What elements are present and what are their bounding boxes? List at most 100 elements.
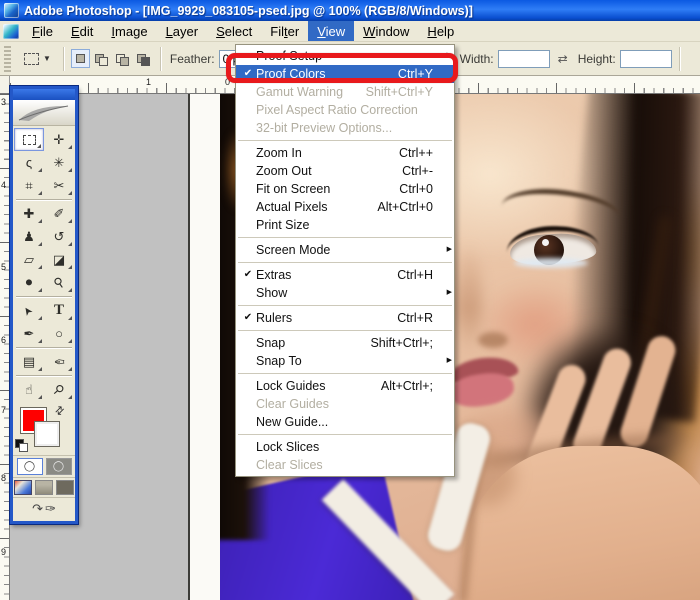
type-tool[interactable]: T	[44, 299, 74, 322]
view-menu-item-snap-to[interactable]: Snap To▶	[236, 352, 454, 370]
view-menu-item-pixel-aspect-ratio-correction[interactable]: Pixel Aspect Ratio Correction	[236, 101, 454, 119]
menubar-item-edit[interactable]: Edit	[62, 21, 102, 41]
subtract-from-selection-button[interactable]	[113, 49, 132, 68]
menu-item-label: 32-bit Preview Options...	[256, 119, 392, 137]
add-to-selection-button[interactable]	[92, 49, 111, 68]
options-bar-grip[interactable]	[4, 46, 11, 72]
brush-tool[interactable]: ✐	[44, 202, 74, 225]
view-menu-item-lock-guides[interactable]: Lock GuidesAlt+Ctrl+;	[236, 377, 454, 395]
imageready-button[interactable]: ↷ ✑	[13, 497, 75, 521]
menu-item-label: Zoom Out	[256, 162, 312, 180]
photoshop-feather-logo[interactable]	[13, 100, 75, 126]
healing-brush-tool[interactable]: ✚	[14, 202, 44, 225]
menubar-item-window[interactable]: Window	[354, 21, 418, 41]
view-menu-item-zoom-in[interactable]: Zoom InCtrl++	[236, 144, 454, 162]
ruler-number: 1	[146, 77, 151, 87]
intersect-selection-button[interactable]	[134, 49, 153, 68]
path-selection-tool[interactable]: ➤	[14, 299, 44, 322]
eyedropper-tool[interactable]: ✑	[44, 350, 74, 373]
view-menu-item-print-size[interactable]: Print Size	[236, 216, 454, 234]
dodge-tool[interactable]: ⚲	[44, 271, 74, 294]
ruler-number: 5	[1, 262, 6, 272]
lasso-tool[interactable]: ς	[14, 151, 44, 174]
background-color-swatch[interactable]	[34, 421, 60, 447]
fullscreen-with-menubar-button[interactable]	[35, 480, 53, 495]
view-menu-item-screen-mode[interactable]: Screen Mode▶	[236, 241, 454, 259]
standard-screen-mode-button[interactable]	[14, 480, 32, 495]
document-icon[interactable]	[3, 24, 19, 39]
view-menu-item-clear-slices[interactable]: Clear Slices	[236, 456, 454, 474]
fullscreen-mode-button[interactable]	[56, 480, 74, 495]
default-colors-icon[interactable]	[15, 439, 27, 451]
rectangular-marquee-tool[interactable]	[14, 128, 44, 151]
menu-separator	[238, 434, 452, 435]
view-menu-item-new-guide[interactable]: New Guide...	[236, 413, 454, 431]
slice-tool[interactable]: ✂	[44, 174, 74, 197]
height-input[interactable]	[620, 50, 672, 68]
view-menu-item-extras[interactable]: ✔ExtrasCtrl+H	[236, 266, 454, 284]
menubar-item-image[interactable]: Image	[102, 21, 156, 41]
photo-layer	[514, 258, 588, 268]
view-menu-item-actual-pixels[interactable]: Actual PixelsAlt+Ctrl+0	[236, 198, 454, 216]
menu-bar: FileEditImageLayerSelectFilterViewWindow…	[0, 21, 700, 42]
feather-label: Feather:	[170, 52, 215, 66]
view-menu-item-snap[interactable]: SnapShift+Ctrl+;	[236, 334, 454, 352]
swap-width-height-icon[interactable]: ⇄	[558, 52, 568, 65]
notes-tool[interactable]: ▤	[14, 350, 44, 373]
divider	[679, 47, 680, 71]
menubar-item-layer[interactable]: Layer	[157, 21, 208, 41]
pen-tool[interactable]: ✒	[14, 322, 44, 345]
magic-wand-tool-icon: ✳	[54, 156, 65, 169]
menubar-item-file[interactable]: File	[23, 21, 62, 41]
zoom-tool[interactable]: ⚲	[44, 378, 74, 401]
view-menu-item-gamut-warning[interactable]: Gamut WarningShift+Ctrl+Y	[236, 83, 454, 101]
move-tool[interactable]: ✛	[44, 128, 74, 151]
menubar-item-filter[interactable]: Filter	[261, 21, 308, 41]
chevron-down-icon[interactable]: ▼	[43, 54, 51, 63]
toolbox-title-bar[interactable]	[13, 89, 75, 100]
subtract-selection-icon2	[120, 57, 129, 66]
swap-colors-icon[interactable]: ⇄	[52, 403, 68, 419]
menu-item-label: Actual Pixels	[256, 198, 328, 216]
magic-wand-tool[interactable]: ✳	[44, 151, 74, 174]
quick-mask-mode-button[interactable]: ◯	[46, 458, 72, 475]
standard-mode-button[interactable]: ◯	[17, 458, 43, 475]
crop-tool[interactable]: ⌗	[14, 174, 44, 197]
eraser-tool[interactable]: ▱	[14, 248, 44, 271]
view-menu-item-fit-on-screen[interactable]: Fit on ScreenCtrl+0	[236, 180, 454, 198]
menu-separator	[238, 305, 452, 306]
new-selection-button[interactable]	[71, 49, 90, 68]
menubar-item-help[interactable]: Help	[418, 21, 463, 41]
menu-item-label: Clear Guides	[256, 395, 329, 413]
menu-item-shortcut: Alt+Ctrl+;	[381, 377, 443, 395]
view-menu-item-32-bit-preview-options[interactable]: 32-bit Preview Options...	[236, 119, 454, 137]
tool-preset-picker[interactable]: ▼	[19, 51, 56, 67]
jump-arrow-icon: ↷	[32, 501, 43, 517]
view-menu-item-lock-slices[interactable]: Lock Slices	[236, 438, 454, 456]
view-menu-item-zoom-out[interactable]: Zoom OutCtrl+-	[236, 162, 454, 180]
menu-item-shortcut: Shift+Ctrl+Y	[366, 83, 443, 101]
blur-tool[interactable]: ⚫	[14, 271, 44, 294]
view-menu-item-clear-guides[interactable]: Clear Guides	[236, 395, 454, 413]
crop-tool-icon: ⌗	[25, 179, 32, 192]
paint-bucket-tool[interactable]: ◪	[44, 248, 74, 271]
history-brush-tool[interactable]: ↺	[44, 225, 74, 248]
menu-separator	[238, 262, 452, 263]
new-selection-icon	[76, 54, 85, 63]
view-menu-item-rulers[interactable]: ✔RulersCtrl+R	[236, 309, 454, 327]
healing-brush-tool-icon: ✚	[24, 207, 35, 220]
menu-item-label: Fit on Screen	[256, 180, 330, 198]
vertical-ruler[interactable]: 3456789	[0, 94, 10, 600]
menubar-item-view[interactable]: View	[308, 21, 354, 41]
hand-tool[interactable]: ☝	[14, 378, 44, 401]
menu-separator	[238, 373, 452, 374]
width-input[interactable]	[498, 50, 550, 68]
shape-tool[interactable]: ○	[44, 322, 74, 345]
ruler-number: 7	[1, 405, 6, 415]
title-bar[interactable]: Adobe Photoshop - [IMG_9929_083105-psed.…	[0, 0, 700, 21]
menubar-item-select[interactable]: Select	[207, 21, 261, 41]
tool-group-separator	[16, 296, 72, 297]
view-menu-item-show[interactable]: Show▶	[236, 284, 454, 302]
ruler-number: 8	[1, 473, 6, 483]
clone-stamp-tool[interactable]: ♟	[14, 225, 44, 248]
